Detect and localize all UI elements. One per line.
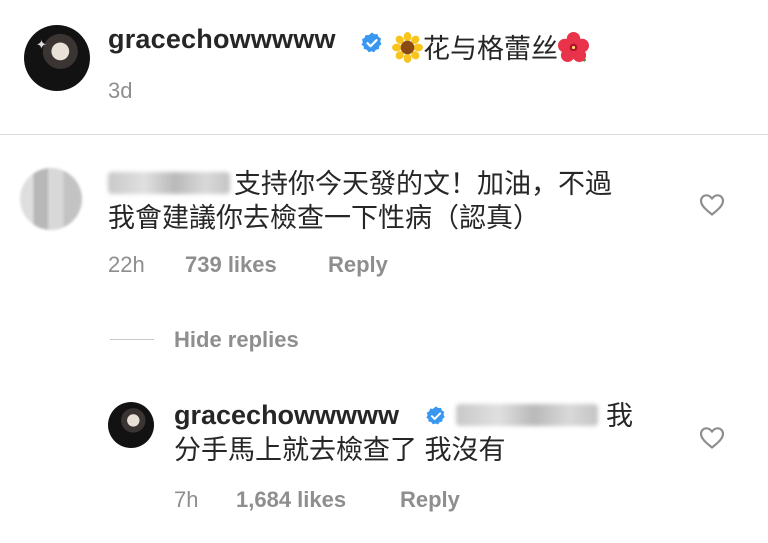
- caption-text: 花与格蕾丝: [423, 34, 558, 64]
- post-timestamp: 3d: [108, 78, 133, 103]
- replies-toggle-line: [110, 339, 154, 340]
- comment-timestamp: 22h: [108, 252, 145, 277]
- reply-author-username[interactable]: gracechowwwww: [174, 400, 399, 431]
- reply-text-line2: 分手馬上就去檢查了 我沒有: [174, 435, 506, 465]
- comment-text-line1: 支持你今天發的文！加油，不過: [234, 169, 612, 199]
- reply-timestamp: 7h: [174, 487, 199, 512]
- mentioned-username-redacted[interactable]: [456, 404, 598, 426]
- avatar-decoration: ✦: [36, 37, 47, 52]
- reply-likes-count[interactable]: 1,684 likes: [236, 487, 346, 513]
- post-author-avatar[interactable]: ✦: [24, 25, 90, 91]
- verified-badge-icon: [426, 406, 445, 425]
- sunflower-icon: [392, 32, 423, 63]
- post-caption: 花与格蕾丝: [392, 27, 589, 66]
- reply-text-line1: 我: [606, 401, 633, 431]
- commenter-avatar[interactable]: [20, 168, 82, 230]
- caption-divider: [0, 134, 768, 135]
- comment-likes-count[interactable]: 739 likes: [185, 252, 277, 278]
- commenter-username-redacted[interactable]: [108, 172, 230, 194]
- post-author-username[interactable]: gracechowwwww: [108, 24, 336, 55]
- heart-icon[interactable]: [699, 426, 725, 450]
- hide-replies-button[interactable]: Hide replies: [174, 327, 299, 353]
- heart-icon[interactable]: [699, 193, 725, 217]
- verified-badge-icon: [361, 32, 382, 53]
- hibiscus-icon: [558, 32, 589, 63]
- reply-reply-button[interactable]: Reply: [400, 487, 460, 513]
- comment-text-line2: 我會建議你去檢查一下性病（認真）: [108, 203, 540, 233]
- reply-author-avatar[interactable]: [108, 402, 154, 448]
- comment-reply-button[interactable]: Reply: [328, 252, 388, 278]
